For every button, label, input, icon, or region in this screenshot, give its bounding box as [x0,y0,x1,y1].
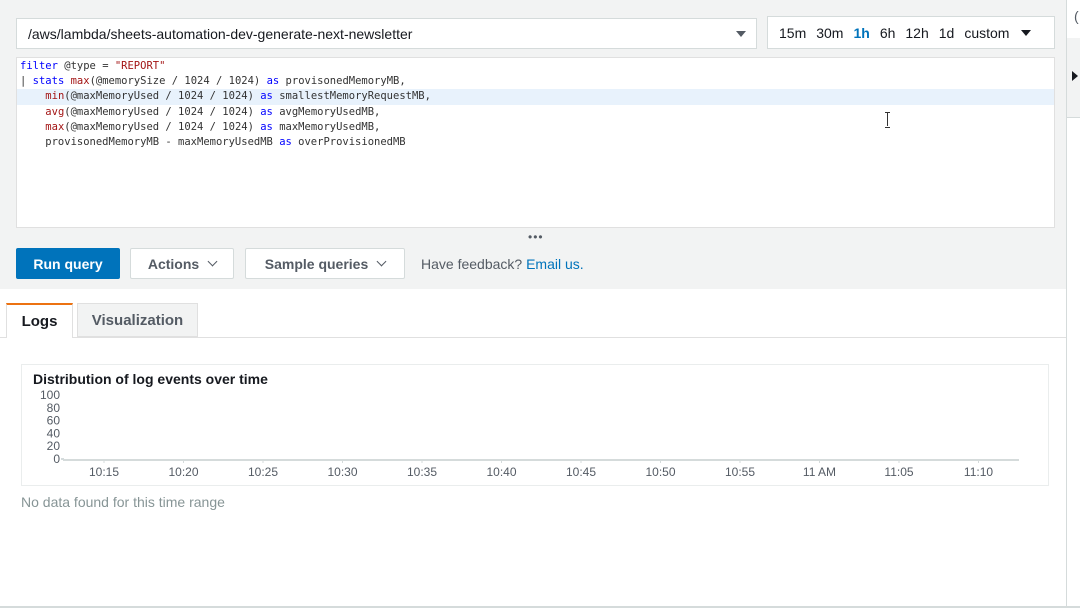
query-token: filter [20,60,58,72]
histogram-svg: 10080604020010:15 10:20 10:25 10:30 10:35 10:… [40,388,1019,479]
time-range-selector[interactable]: 15m 30m 1h 6h 12h 1d custom [767,16,1055,49]
query-token [20,90,45,102]
query-token: | [20,75,33,88]
time-option-30m[interactable]: 30m [816,25,843,41]
x-tick-label: 10:50 [645,465,675,479]
side-panel-text-fragment: ( [1074,8,1079,24]
results-tabs: Logs Visualization [0,303,1066,338]
query-token: min [45,90,65,103]
x-tick-label: 10:30 [327,465,357,479]
tab-logs[interactable]: Logs [6,303,73,338]
y-tick-label: 0 [53,452,60,466]
resize-handle-icon[interactable]: ••• [528,231,544,243]
x-tick-label: 10:35 [407,465,437,479]
query-token: as [279,135,292,148]
x-tick-label: 10:20 [168,465,198,479]
query-token: as [260,90,273,103]
text-cursor-icon [885,112,891,128]
email-us-link[interactable]: Email us. [526,256,584,272]
x-tick-label: 10:15 [89,465,119,479]
query-editor[interactable]: filter @type = "REPORT" | stats max(@memo… [16,57,1055,228]
query-token: (@memorySize / 1024 / 1024) [89,75,267,88]
query-token: stats [32,75,65,88]
chevron-down-icon [376,256,387,267]
query-line[interactable]: max(@maxMemoryUsed / 1024 / 1024) as max… [17,120,1054,135]
x-tick-label: 10:55 [725,465,755,479]
histogram-chart: Distribution of log events over time 100… [21,364,1049,486]
query-token: avg [45,105,65,118]
query-token: max [70,75,90,88]
side-panel-edge: ( [1066,0,1080,608]
feedback-text: Have feedback? [421,256,523,272]
query-token: (@maxMemoryUsed / 1024 / 1024) [64,90,261,103]
empty-message: No data found for this time range [21,494,225,510]
run-query-button[interactable]: Run query [16,248,120,279]
query-token: as [260,120,273,133]
query-token: overProvisionedMB [291,135,406,148]
x-tick-label: 10:25 [248,465,278,479]
time-option-1h[interactable]: 1h [853,25,869,41]
query-line[interactable]: min(@maxMemoryUsed / 1024 / 1024) as sma… [17,89,1054,105]
query-token: "REPORT" [114,60,166,72]
query-token [20,106,45,118]
query-token [20,121,45,133]
logs-insights-page: /aws/lambda/sheets-automation-dev-genera… [0,0,1080,608]
query-token: provisonedMemoryMB - maxMemoryUsedMB [20,135,280,148]
x-tick-label: 11:10 [964,465,993,479]
time-option-6h[interactable]: 6h [880,25,896,41]
query-line[interactable]: provisonedMemoryMB - maxMemoryUsedMB as … [17,135,1054,150]
query-token: max [45,120,65,133]
query-token: provisonedMemoryMB, [279,75,406,88]
time-option-custom[interactable]: custom [964,25,1009,41]
log-group-value: /aws/lambda/sheets-automation-dev-genera… [28,25,413,42]
time-option-12h[interactable]: 12h [905,25,928,41]
query-token: maxMemoryUsedMB, [272,120,381,133]
sample-queries-label: Sample queries [264,255,369,272]
x-tick-label: 11:05 [884,465,913,479]
time-option-15m[interactable]: 15m [779,25,806,41]
caret-down-icon [736,31,746,37]
feedback: Have feedback? Email us. [421,256,584,272]
query-line[interactable]: filter @type = "REPORT" [17,59,1054,74]
query-token: smallestMemoryRequestMB, [272,90,431,103]
log-group-select[interactable]: /aws/lambda/sheets-automation-dev-genera… [16,18,757,49]
x-tick-label: 11 AM [803,465,836,479]
tab-visualization[interactable]: Visualization [77,303,198,337]
query-token: (@maxMemoryUsed / 1024 / 1024) [64,105,261,118]
caret-down-icon[interactable] [1021,30,1031,36]
query-token: (@maxMemoryUsed / 1024 / 1024) [64,120,261,133]
query-line[interactable]: | stats max(@memorySize / 1024 / 1024) a… [17,74,1054,89]
chevron-down-icon [207,256,218,267]
sample-queries-button[interactable]: Sample queries [245,248,405,279]
query-token: as [266,75,280,88]
actions-label: Actions [147,255,200,272]
query-panel: /aws/lambda/sheets-automation-dev-genera… [0,0,1066,289]
expand-arrow-icon[interactable] [1072,71,1078,81]
query-token: @type = [57,60,115,72]
x-tick-label: 10:40 [486,465,516,479]
actions-button[interactable]: Actions [130,248,234,279]
query-token: avgMemoryUsedMB, [272,105,381,118]
time-option-1d[interactable]: 1d [939,25,955,41]
query-token: as [260,105,273,118]
query-line[interactable]: avg(@maxMemoryUsed / 1024 / 1024) as avg… [17,105,1054,120]
x-tick-label: 10:45 [566,465,596,479]
